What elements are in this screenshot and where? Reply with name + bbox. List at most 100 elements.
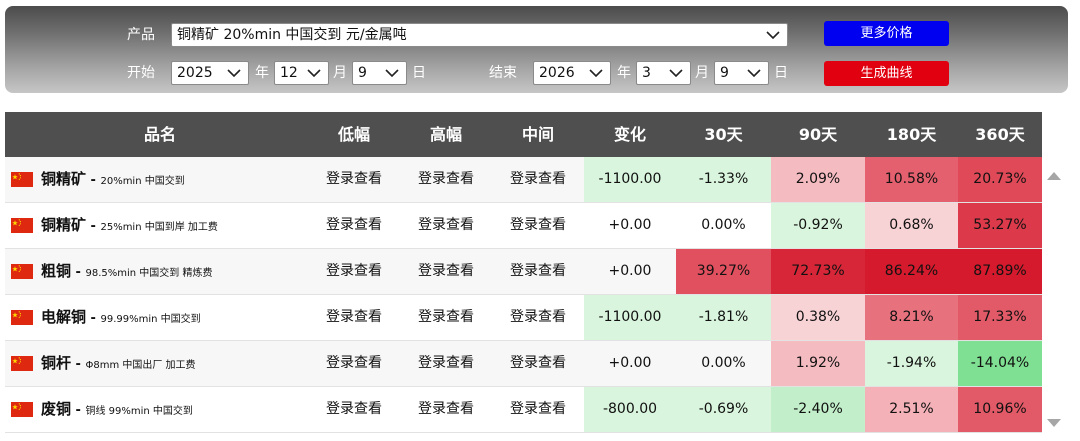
product-name-cell[interactable]: 废铜 - 铜线 99%min 中国交到 [5, 387, 315, 432]
cell-90d: 72.73% [771, 249, 865, 294]
cell-180d: 10.58% [865, 157, 958, 202]
product-select-value: 铜精矿 20%min 中国交到 元/金属吨 [177, 27, 407, 43]
cell-360d: 87.89% [958, 249, 1042, 294]
cell-change: -800.00 [584, 387, 676, 432]
arrow-down-icon[interactable] [1046, 414, 1062, 427]
cell-low[interactable]: 登录查看 [308, 387, 400, 432]
cell-low[interactable]: 登录查看 [308, 295, 400, 340]
header-change: 变化 [613, 125, 646, 144]
end-year-select[interactable]: 2026 [533, 61, 611, 85]
cell-30d: 39.27% [676, 249, 771, 294]
china-flag-icon [11, 402, 33, 417]
cell-low[interactable]: 登录查看 [308, 203, 400, 248]
end-day-select[interactable]: 9 [714, 61, 769, 85]
cell-360d: 20.73% [958, 157, 1042, 202]
cell-low[interactable]: 登录查看 [308, 341, 400, 386]
product-name[interactable]: 粗铜 - 98.5%min 中国交到 精炼费 [41, 261, 212, 284]
cell-360d: 53.27% [958, 203, 1042, 248]
china-flag-icon [11, 310, 33, 325]
cell-mid[interactable]: 登录查看 [492, 157, 584, 202]
cell-90d: -0.92% [771, 203, 865, 248]
year-unit-label: 年 [617, 65, 631, 81]
cell-low[interactable]: 登录查看 [308, 249, 400, 294]
day-unit-label: 日 [774, 65, 788, 81]
product-spec: 20%min 中国交到 [100, 176, 185, 187]
cell-high[interactable]: 登录查看 [400, 249, 492, 294]
product-name-cell[interactable]: 铜精矿 - 20%min 中国交到 [5, 157, 315, 202]
product-title: 铜杆 [41, 354, 72, 372]
product-title: 废铜 [41, 400, 72, 418]
separator: - [86, 219, 101, 234]
chevron-down-icon [306, 62, 322, 84]
cell-change: +0.00 [584, 341, 676, 386]
chevron-down-icon [746, 62, 762, 84]
cell-mid[interactable]: 登录查看 [492, 203, 584, 248]
header-30d: 30天 [704, 125, 743, 144]
table-row[interactable]: 铜精矿 - 20%min 中国交到 登录查看 登录查看 登录查看 -1100.00 -1.… [5, 157, 1042, 203]
separator: - [71, 265, 86, 280]
month-unit-label: 月 [695, 65, 709, 81]
cell-30d: -1.33% [676, 157, 771, 202]
cell-high[interactable]: 登录查看 [400, 157, 492, 202]
cell-change: -1100.00 [584, 295, 676, 340]
header-180d: 180天 [886, 125, 937, 144]
table-row[interactable]: 粗铜 - 98.5%min 中国交到 精炼费 登录查看 登录查看 登录查看 +0.00 3… [5, 249, 1042, 295]
separator: - [86, 311, 101, 326]
table-row[interactable]: 废铜 - 铜线 99%min 中国交到 登录查看 登录查看 登录查看 -800.00 -0… [5, 387, 1042, 433]
chevron-down-icon [588, 62, 604, 84]
table-row[interactable]: 铜精矿 - 25%min 中国到岸 加工费 登录查看 登录查看 登录查看 +0.00 0.… [5, 203, 1042, 249]
product-title: 铜精矿 [41, 170, 87, 188]
product-name[interactable]: 铜精矿 - 25%min 中国到岸 加工费 [41, 215, 218, 238]
cell-change: +0.00 [584, 249, 676, 294]
product-name[interactable]: 铜精矿 - 20%min 中国交到 [41, 169, 185, 192]
table-row[interactable]: 铜杆 - Φ8mm 中国出厂 加工费 登录查看 登录查看 登录查看 +0.00 0.00%… [5, 341, 1042, 387]
china-flag-icon [11, 218, 33, 233]
separator: - [86, 173, 101, 188]
chevron-down-icon [226, 62, 242, 84]
end-label: 结束 [489, 65, 517, 81]
product-title: 铜精矿 [41, 216, 87, 234]
header-mid: 中间 [521, 125, 554, 144]
chevron-down-icon [384, 62, 400, 84]
cell-180d: 8.21% [865, 295, 958, 340]
cell-mid[interactable]: 登录查看 [492, 295, 584, 340]
chevron-down-icon [668, 62, 684, 84]
product-select[interactable]: 铜精矿 20%min 中国交到 元/金属吨 [171, 23, 788, 47]
end-month-select[interactable]: 3 [636, 61, 691, 85]
product-name[interactable]: 废铜 - 铜线 99%min 中国交到 [41, 399, 193, 422]
cell-180d: 0.68% [865, 203, 958, 248]
cell-180d: 2.51% [865, 387, 958, 432]
cell-30d: 0.00% [676, 203, 771, 248]
cell-mid[interactable]: 登录查看 [492, 387, 584, 432]
cell-low[interactable]: 登录查看 [308, 157, 400, 202]
header-360d: 360天 [975, 125, 1025, 144]
product-name-cell[interactable]: 铜精矿 - 25%min 中国到岸 加工费 [5, 203, 315, 248]
product-name-cell[interactable]: 粗铜 - 98.5%min 中国交到 精炼费 [5, 249, 315, 294]
generate-curve-button[interactable]: 生成曲线 [824, 61, 949, 86]
chevron-down-icon [765, 24, 781, 46]
product-name[interactable]: 铜杆 - Φ8mm 中国出厂 加工费 [41, 353, 196, 376]
cell-high[interactable]: 登录查看 [400, 387, 492, 432]
cell-mid[interactable]: 登录查看 [492, 341, 584, 386]
cell-360d: -14.04% [958, 341, 1042, 386]
start-month-select[interactable]: 12 [274, 61, 329, 85]
product-name-cell[interactable]: 电解铜 - 99.99%min 中国交到 [5, 295, 315, 340]
table-row[interactable]: 电解铜 - 99.99%min 中国交到 登录查看 登录查看 登录查看 -1100.00… [5, 295, 1042, 341]
header-high: 高幅 [429, 125, 462, 144]
china-flag-icon [11, 356, 33, 371]
product-name-cell[interactable]: 铜杆 - Φ8mm 中国出厂 加工费 [5, 341, 315, 386]
cell-mid[interactable]: 登录查看 [492, 249, 584, 294]
start-year-select[interactable]: 2025 [171, 61, 249, 85]
product-name[interactable]: 电解铜 - 99.99%min 中国交到 [41, 307, 201, 330]
start-year-value: 2025 [177, 65, 213, 81]
more-prices-button[interactable]: 更多价格 [824, 21, 949, 46]
cell-360d: 10.96% [958, 387, 1042, 432]
cell-high[interactable]: 登录查看 [400, 295, 492, 340]
cell-high[interactable]: 登录查看 [400, 203, 492, 248]
product-spec: 99.99%min 中国交到 [100, 314, 201, 325]
start-day-select[interactable]: 9 [352, 61, 407, 85]
arrow-up-icon[interactable] [1046, 167, 1062, 180]
product-spec: 25%min 中国到岸 加工费 [100, 222, 218, 233]
cell-high[interactable]: 登录查看 [400, 341, 492, 386]
cell-30d: -0.69% [676, 387, 771, 432]
